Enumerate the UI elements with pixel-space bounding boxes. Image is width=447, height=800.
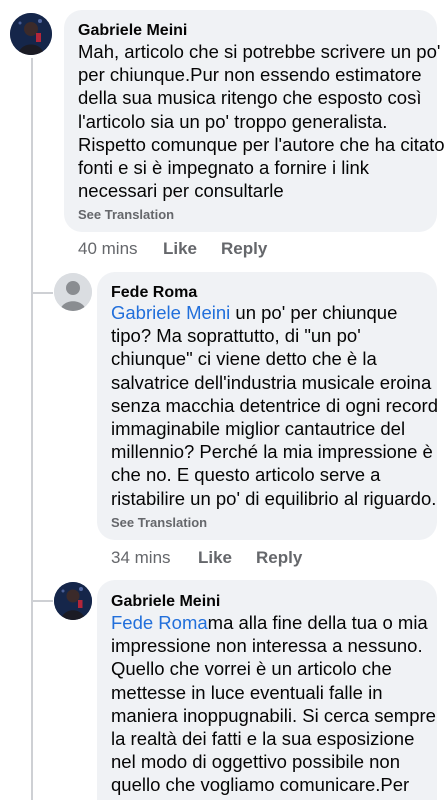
comment: Gabriele Meini Fede Romama alla fine del…: [0, 578, 447, 800]
comment-text-line: quello che vogliamo comunicare.Per: [111, 774, 410, 796]
comment-text-line: Fede Romama alla fine della tua o mia: [111, 611, 436, 634]
comment-text-line: senza macchia detentrice di ogni record: [111, 394, 439, 416]
comment-text-line: fonti e si è impegnato a fornire i link: [78, 156, 370, 178]
comment-text-line: che no. E questo articolo serve a: [111, 464, 381, 486]
comment-timestamp[interactable]: 40 mins: [78, 239, 138, 259]
see-translation-link[interactable]: See Translation: [111, 515, 207, 530]
comment-text-line: della sua musica ritengo che esposto cos…: [78, 87, 422, 109]
comment-author[interactable]: Gabriele Meini: [111, 593, 220, 611]
comment-text-line: l'articolo sia un po' troppo generalista…: [78, 110, 388, 132]
mention-link[interactable]: Gabriele Meini: [111, 302, 230, 323]
comment-text-line: millennio? Perché la mia impressione è: [111, 441, 433, 463]
comment-author[interactable]: Gabriele Meini: [78, 22, 187, 40]
comment-text-line: Rispetto comunque per l'autore che ha ci…: [78, 133, 445, 155]
see-translation-link[interactable]: See Translation: [78, 207, 174, 222]
comment-text-line: Mah, articolo che si potrebbe scrivere u…: [78, 41, 441, 62]
reply-button[interactable]: Reply: [221, 239, 267, 259]
comment-text-line: per chiunque.Pur non essendo estimatore: [78, 64, 422, 86]
like-button[interactable]: Like: [163, 239, 197, 259]
comment-text-line: Gabriele Meini un po' per chiunque: [111, 301, 438, 324]
comment-author[interactable]: Fede Roma: [111, 284, 197, 302]
profile-photo-icon[interactable]: [10, 13, 52, 55]
comment-text-line: la realtà dei fatti e la sua esposizione: [111, 727, 415, 749]
comment-text-line: Quello che vorrei è un articolo che: [111, 658, 392, 680]
comment-actions: 40 mins Like Reply: [78, 239, 418, 261]
comment-text-line: chiunque" ci viene detto che è la: [111, 348, 377, 370]
comment-text: Mah, articolo che si potrebbe scrivere u…: [78, 40, 445, 202]
comment-text-fragment: un po' per chiunque: [230, 302, 398, 323]
comment-actions: 34 mins Like Reply: [111, 548, 431, 570]
comment-text-line: necessari per consultarle: [78, 180, 284, 202]
comment-text: Fede Romama alla fine della tua o mia im…: [111, 611, 436, 797]
comment-text-line: mettesse in luce eventuali falle in: [111, 681, 383, 703]
comment-text-line: tipo? Ma soprattutto, di "un po': [111, 325, 361, 347]
comment: Fede Roma Gabriele Meini un po' per chiu…: [0, 270, 447, 580]
comment-text-line: ristabilire un po' di equilibrio al rigu…: [111, 487, 437, 509]
reply-button[interactable]: Reply: [256, 548, 302, 568]
comment-text-line: nel modo di oggettivo possibile non: [111, 751, 400, 773]
comment-text: Gabriele Meini un po' per chiunque tipo?…: [111, 301, 438, 510]
comment: Gabriele Meini Mah, articolo che si potr…: [0, 0, 447, 270]
comment-text-line: immaginabile miglior cantautrice del: [111, 417, 406, 439]
comment-text-line: salvatrice dell'industria musicale eroin…: [111, 371, 432, 393]
comment-timestamp[interactable]: 34 mins: [111, 548, 171, 568]
mention-link[interactable]: Fede Roma: [111, 612, 208, 633]
profile-photo-icon[interactable]: [54, 582, 92, 620]
like-button[interactable]: Like: [198, 548, 232, 568]
comment-thread: Gabriele Meini Mah, articolo che si potr…: [0, 0, 447, 800]
default-user-icon[interactable]: [54, 273, 92, 311]
comment-text-fragment: ma alla fine della tua o mia: [207, 612, 428, 633]
comment-text-line: impressione non interessa a nessuno.: [111, 635, 423, 657]
comment-text-line: maniera inoppugnabili. Si cerca sempre: [111, 704, 436, 726]
